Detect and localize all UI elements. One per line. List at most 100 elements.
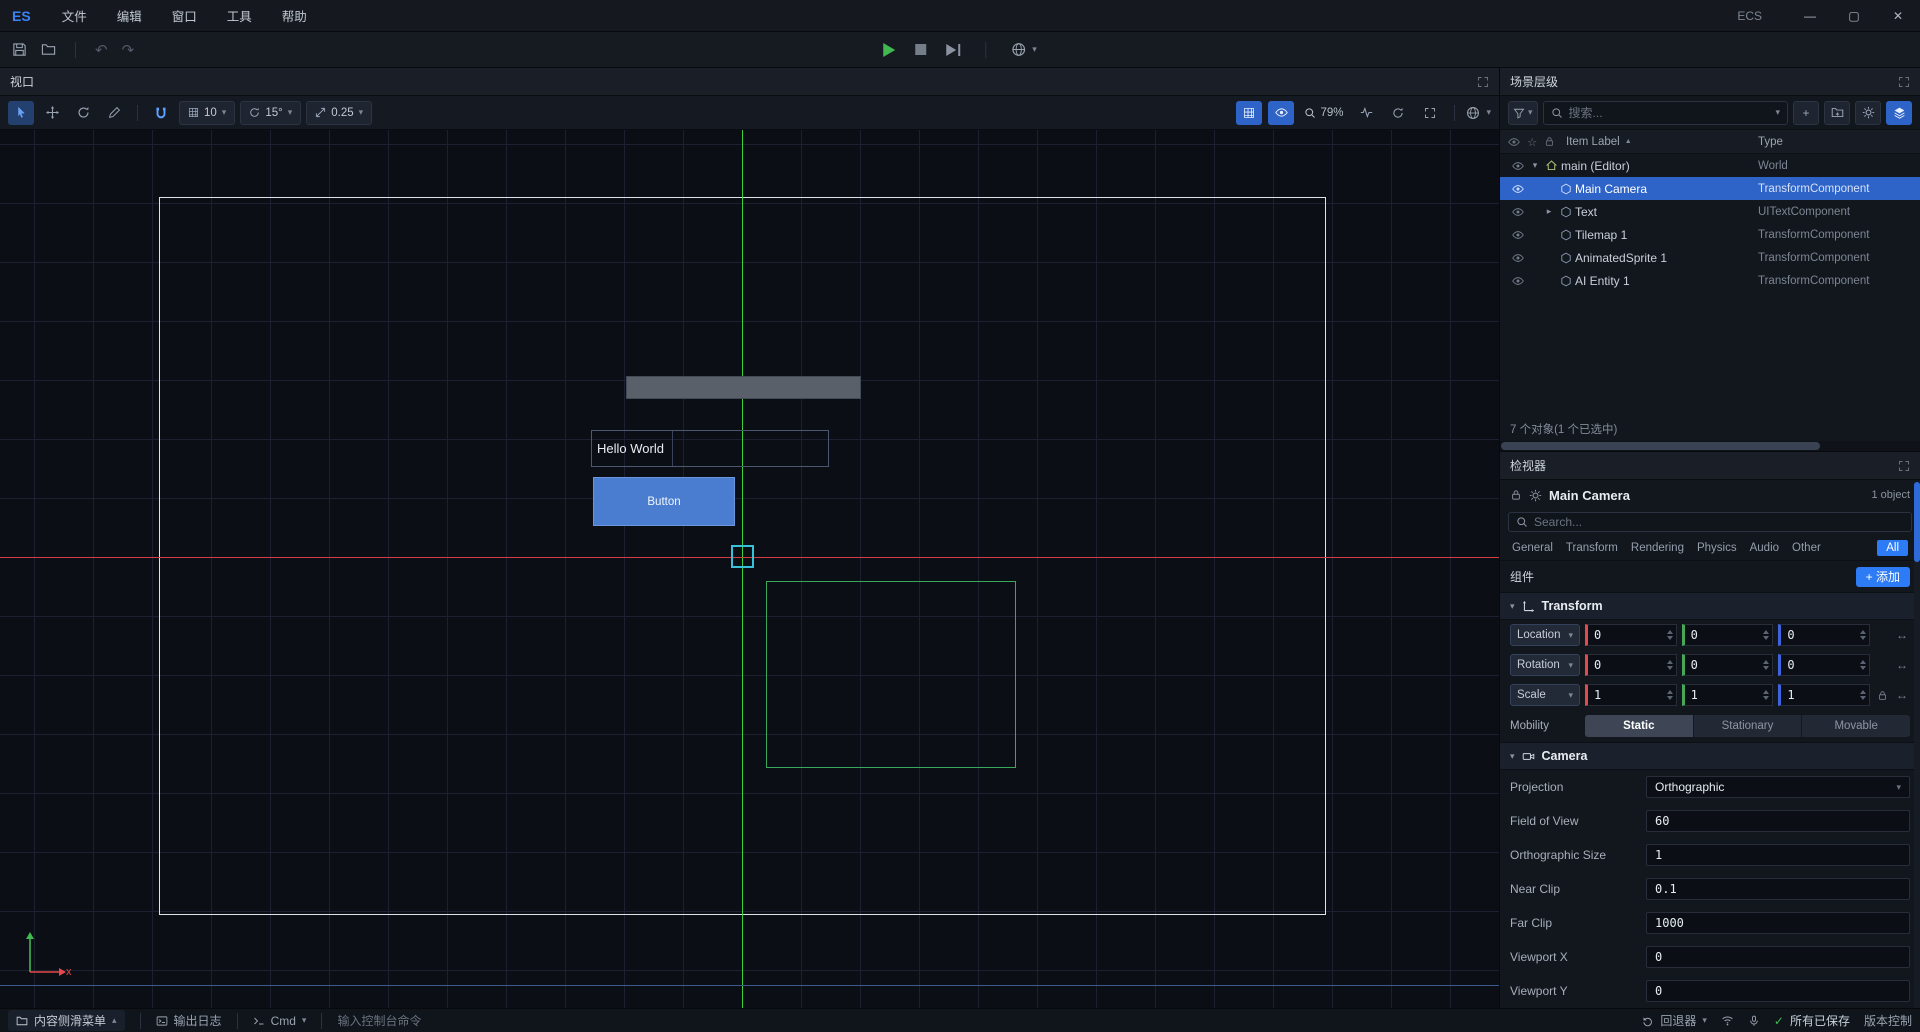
column-type[interactable]: Type — [1758, 136, 1783, 148]
menu-window[interactable]: 窗口 — [157, 0, 212, 31]
tab-transform[interactable]: Transform — [1566, 542, 1618, 554]
menu-file[interactable]: 文件 — [47, 0, 102, 31]
viewport-world-dropdown[interactable]: ▾ — [1466, 106, 1491, 120]
slider-widget[interactable] — [626, 376, 861, 399]
stop-button[interactable] — [915, 44, 926, 55]
tab-all[interactable]: All — [1877, 540, 1908, 556]
eye-icon[interactable] — [1508, 183, 1528, 195]
ui-text-widget[interactable]: Hello World — [591, 430, 829, 467]
projection-select[interactable]: Orthographic▾ — [1646, 776, 1910, 798]
eye-icon[interactable] — [1508, 252, 1528, 264]
eye-icon[interactable] — [1508, 206, 1528, 218]
camera-section-header[interactable]: ▾ Camera — [1500, 742, 1920, 770]
inspector-search-input[interactable] — [1534, 515, 1904, 529]
scale-x-field[interactable]: 1 — [1585, 684, 1677, 706]
eye-column-icon[interactable] — [1508, 135, 1520, 149]
zoom-control[interactable]: 79% — [1300, 107, 1347, 119]
viewport-y-input[interactable]: 0 — [1646, 980, 1910, 1002]
edit-tool-button[interactable] — [101, 101, 127, 125]
hierarchy-search[interactable]: ▾ — [1543, 101, 1788, 125]
column-item-label[interactable]: Item Label — [1566, 136, 1620, 148]
network-signal-icon[interactable] — [1721, 1014, 1734, 1027]
close-button[interactable]: ✕ — [1876, 0, 1920, 31]
location-z-field[interactable]: 0 — [1778, 624, 1870, 646]
scene-canvas[interactable]: Hello World Button x — [0, 130, 1499, 1008]
stats-button[interactable] — [1353, 101, 1379, 125]
menu-help[interactable]: 帮助 — [267, 0, 322, 31]
cmd-dropdown[interactable]: Cmd ▾ — [253, 1014, 307, 1028]
eye-icon[interactable] — [1508, 275, 1528, 287]
tab-physics[interactable]: Physics — [1697, 542, 1737, 554]
scale-snap-dropdown[interactable]: 0.25 ▾ — [306, 101, 372, 125]
spinner-icon[interactable] — [1763, 690, 1769, 700]
scrollbar-thumb[interactable] — [1914, 482, 1920, 562]
tilemap-bounds-rect[interactable] — [766, 581, 1016, 768]
spinner-icon[interactable] — [1667, 630, 1673, 640]
near-clip-input[interactable]: 0.1 — [1646, 878, 1910, 900]
orthographic-size-input[interactable]: 1 — [1646, 844, 1910, 866]
rotation-dropdown[interactable]: Rotation▾ — [1510, 654, 1580, 676]
scale-y-field[interactable]: 1 — [1682, 684, 1774, 706]
version-control-button[interactable]: 版本控制 — [1864, 1012, 1912, 1029]
ui-button-widget[interactable]: Button — [593, 477, 735, 526]
rotation-y-field[interactable]: 0 — [1682, 654, 1774, 676]
grid-snap-dropdown[interactable]: 10 ▾ — [179, 101, 235, 125]
step-button[interactable] — [946, 44, 960, 56]
grid-toggle-button[interactable] — [1236, 101, 1262, 125]
hierarchy-row-text[interactable]: ▸ Text UITextComponent — [1500, 200, 1920, 223]
hierarchy-row-main-camera[interactable]: Main Camera TransformComponent — [1500, 177, 1920, 200]
scrollbar-thumb[interactable] — [1501, 442, 1820, 450]
viewport-x-input[interactable]: 0 — [1646, 946, 1910, 968]
rollback-dropdown[interactable]: 回退器 ▾ — [1642, 1012, 1707, 1029]
spinner-icon[interactable] — [1667, 690, 1673, 700]
reset-arrows-icon[interactable]: ↔ — [1894, 658, 1910, 672]
console-command-placeholder[interactable]: 输入控制台命令 — [337, 1012, 421, 1029]
spinner-icon[interactable] — [1860, 690, 1866, 700]
visibility-toggle-button[interactable] — [1268, 101, 1294, 125]
expand-panel-icon[interactable] — [1898, 460, 1910, 472]
mobility-stationary-option[interactable]: Stationary — [1694, 715, 1803, 737]
rotation-z-field[interactable]: 0 — [1778, 654, 1870, 676]
hierarchy-row-tilemap[interactable]: Tilemap 1 TransformComponent — [1500, 223, 1920, 246]
rotation-snap-dropdown[interactable]: 15° ▾ — [240, 101, 301, 125]
spinner-icon[interactable] — [1860, 630, 1866, 640]
add-entity-button[interactable]: + — [1793, 101, 1819, 125]
move-tool-button[interactable] — [39, 101, 65, 125]
save-icon[interactable] — [12, 42, 27, 57]
hierarchy-hscrollbar[interactable] — [1500, 441, 1920, 451]
layers-view-button[interactable] — [1886, 101, 1912, 125]
rotate-tool-button[interactable] — [70, 101, 96, 125]
scale-dropdown[interactable]: Scale▾ — [1510, 684, 1580, 706]
lock-column-icon[interactable] — [1544, 135, 1555, 149]
spinner-icon[interactable] — [1860, 660, 1866, 670]
spinner-icon[interactable] — [1763, 630, 1769, 640]
inspector-search[interactable] — [1508, 512, 1912, 532]
expand-panel-icon[interactable] — [1898, 76, 1910, 88]
refresh-button[interactable] — [1385, 101, 1411, 125]
hierarchy-row-animatedsprite[interactable]: AnimatedSprite 1 TransformComponent — [1500, 246, 1920, 269]
expand-chevron-icon[interactable]: ▸ — [1542, 206, 1556, 217]
transform-section-header[interactable]: ▾ Transform — [1500, 592, 1920, 620]
filter-button[interactable]: ▾ — [1508, 101, 1538, 125]
uniform-scale-lock-icon[interactable] — [1875, 690, 1889, 701]
eye-icon[interactable] — [1508, 160, 1528, 172]
tab-general[interactable]: General — [1512, 542, 1553, 554]
location-y-field[interactable]: 0 — [1682, 624, 1774, 646]
microphone-icon[interactable] — [1748, 1015, 1760, 1027]
hierarchy-row-ai-entity[interactable]: AI Entity 1 TransformComponent — [1500, 269, 1920, 292]
tab-audio[interactable]: Audio — [1750, 542, 1779, 554]
minimize-button[interactable]: — — [1788, 0, 1832, 31]
hierarchy-search-input[interactable] — [1569, 106, 1770, 120]
field-of-view-input[interactable]: 60 — [1646, 810, 1910, 832]
menu-edit[interactable]: 编辑 — [102, 0, 157, 31]
select-tool-button[interactable] — [8, 101, 34, 125]
play-button[interactable] — [883, 43, 895, 57]
rotation-x-field[interactable]: 0 — [1585, 654, 1677, 676]
location-x-field[interactable]: 0 — [1585, 624, 1677, 646]
fullscreen-button[interactable] — [1417, 101, 1443, 125]
new-folder-button[interactable] — [1824, 101, 1850, 125]
open-folder-icon[interactable] — [41, 42, 56, 57]
menu-tools[interactable]: 工具 — [212, 0, 267, 31]
star-column-icon[interactable]: ☆ — [1527, 135, 1537, 149]
selection-gizmo[interactable] — [731, 545, 754, 568]
